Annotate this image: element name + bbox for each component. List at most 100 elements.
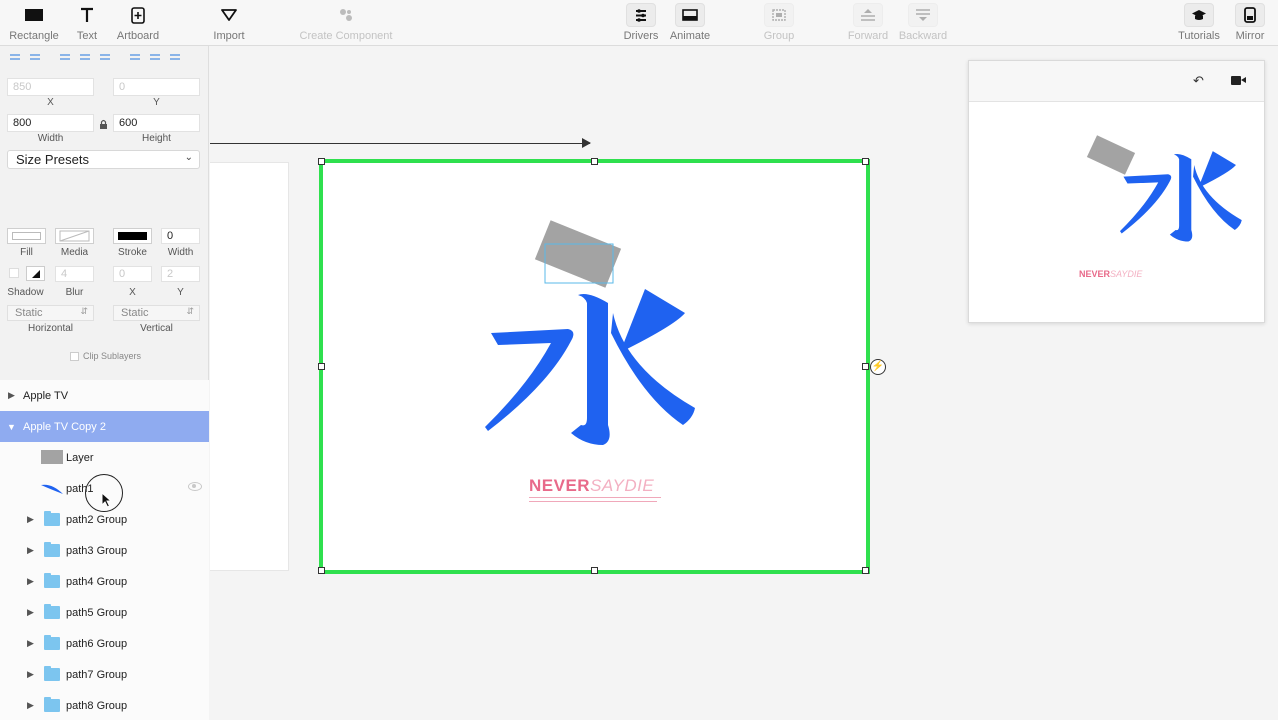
artboard-apple-tv-copy-2[interactable]: NEVERSAYDIE [319,159,870,574]
resize-handle-top[interactable] [591,158,598,165]
eye-icon[interactable] [188,482,202,491]
layer-row-path6-group[interactable]: ▶ path6 Group [0,628,209,659]
resize-handle-bottom[interactable] [591,567,598,574]
vertical-select[interactable]: Static ⇵ [113,305,200,321]
media-label: Media [60,247,89,258]
align-center-h-icon[interactable] [28,52,42,64]
canvas[interactable]: NEVERSAYDIE ⚡ ↶ NEVERSAYDIE [210,46,1278,720]
size-presets-select[interactable]: Size Presets ⌄ [7,150,200,169]
stroke-swatch[interactable] [113,228,152,244]
shadow-y-label: Y [177,287,184,298]
disclosure-right-icon[interactable]: ▶ [8,390,15,401]
resize-handle-top-left[interactable] [318,158,325,165]
distribute-h-icon[interactable] [78,52,92,64]
resize-handle-left[interactable] [318,363,325,370]
disclosure-right-icon[interactable]: ▶ [27,576,34,587]
layer-row-path3-group[interactable]: ▶ path3 Group [0,535,209,566]
folder-icon [44,666,60,681]
disclosure-down-icon[interactable]: ▼ [7,422,16,432]
disclosure-right-icon[interactable]: ▶ [27,514,34,525]
y-field[interactable]: 0 [113,78,200,96]
distribute-v-icon[interactable] [98,52,112,64]
stroke-label: Stroke [118,247,147,258]
layer-row-apple-tv-copy-2[interactable]: ▼ Apple TV Copy 2 [0,411,209,442]
layer-row-path5-group[interactable]: ▶ path5 Group [0,597,209,628]
mirror-button[interactable]: Mirror [1220,3,1278,42]
shadow-y-field[interactable]: 2 [161,266,200,282]
shadow-color-swatch[interactable] [26,266,45,281]
width-label: Width [37,133,64,144]
layers-list: ▶ Apple TV ▼ Apple TV Copy 2 Layer path1… [0,380,209,720]
align-right-icon[interactable] [58,52,72,64]
layer-row-path7-group[interactable]: ▶ path7 Group [0,659,209,690]
layer-row-apple-tv[interactable]: ▶ Apple TV [0,380,209,411]
folder-icon [44,697,60,712]
artboard-apple-tv[interactable] [210,162,289,571]
drivers-icon [626,3,656,27]
media-swatch[interactable] [55,228,94,244]
clip-sublayers-option[interactable]: Clip Sublayers [70,351,141,361]
height-label: Height [142,133,171,144]
animate-button[interactable]: Animate [660,3,720,42]
resize-handle-right[interactable] [862,363,869,370]
create-component-button[interactable]: Create Component [300,3,392,42]
rectangle-button[interactable]: Rectangle [4,3,64,42]
disclosure-right-icon[interactable]: ▶ [27,545,34,556]
undo-icon[interactable]: ↶ [1193,73,1204,89]
artboard-button[interactable]: Artboard [108,3,168,42]
resize-handle-top-right[interactable] [862,158,869,165]
disclosure-right-icon[interactable]: ▶ [27,669,34,680]
align-middle-icon[interactable] [148,52,162,64]
fill-label: Fill [20,247,33,258]
folder-icon [44,573,60,588]
horizontal-select[interactable]: Static ⇵ [7,305,94,321]
vertical-label: Vertical [140,323,173,334]
layer-row-path8-group[interactable]: ▶ path8 Group [0,690,209,720]
lock-icon[interactable] [99,117,108,135]
backward-button[interactable]: Backward [893,3,953,42]
alignment-toolbar [8,52,182,64]
text-icon [72,3,102,27]
lightning-icon[interactable]: ⚡ [870,359,886,375]
forward-button[interactable]: Forward [838,3,898,42]
shadow-label: Shadow [7,287,44,298]
brand-fineprint [529,497,661,505]
fill-swatch[interactable] [7,228,46,244]
x-label: X [47,97,54,108]
preview-brand-wordmark: NEVERSAYDIE [1079,269,1143,279]
align-left-icon[interactable] [8,52,22,64]
brand-wordmark: NEVERSAYDIE [529,476,655,495]
layer-row-path4-group[interactable]: ▶ path4 Group [0,566,209,597]
shadow-checkbox[interactable] [9,268,19,278]
updown-icon: ⇵ [80,306,88,316]
layer-row-layer[interactable]: Layer [0,442,209,473]
height-field[interactable]: 600 [113,114,200,132]
mirror-icon [1235,3,1265,27]
shadow-x-field[interactable]: 0 [113,266,152,282]
clip-sublayers-checkbox[interactable] [70,351,79,361]
align-top-icon[interactable] [128,52,142,64]
resize-handle-bottom-left[interactable] [318,567,325,574]
cursor-arrow-icon [101,491,113,513]
forward-icon [853,3,883,27]
chevron-down-icon: ⌄ [184,152,193,163]
preview-window[interactable]: ↶ NEVERSAYDIE [968,60,1265,323]
x-field[interactable]: 850 [7,78,94,96]
stroke-width-field[interactable]: 0 [161,228,200,244]
y-label: Y [153,97,160,108]
import-button[interactable]: Import [199,3,259,42]
width-field[interactable]: 800 [7,114,94,132]
disclosure-right-icon[interactable]: ▶ [27,700,34,711]
disclosure-right-icon[interactable]: ▶ [27,607,34,618]
resize-handle-bottom-right[interactable] [862,567,869,574]
group-button[interactable]: Group [749,3,809,42]
transition-arrow [210,138,591,148]
folder-icon [44,604,60,619]
graduation-cap-icon [1184,3,1214,27]
updown-icon: ⇵ [186,306,194,316]
video-camera-icon[interactable] [1231,76,1246,85]
disclosure-right-icon[interactable]: ▶ [27,638,34,649]
blur-label: Blur [65,287,84,298]
blur-field[interactable]: 4 [55,266,94,282]
align-bottom-icon[interactable] [168,52,182,64]
